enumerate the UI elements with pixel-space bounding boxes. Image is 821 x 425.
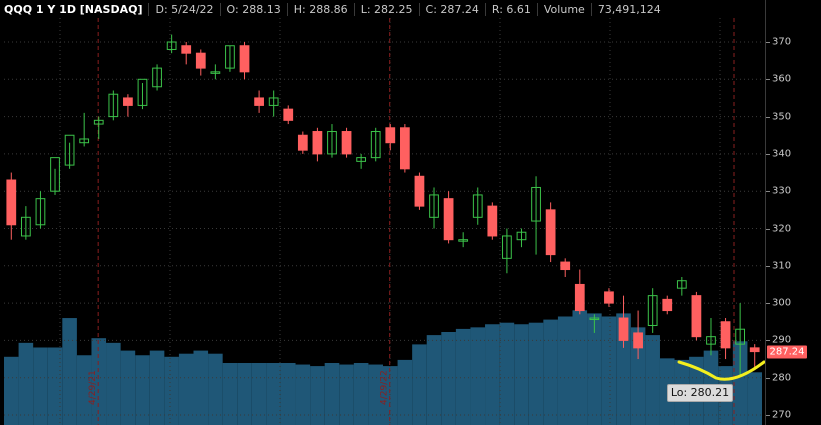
volume-bar xyxy=(251,363,267,425)
candle-body xyxy=(414,175,425,207)
candle-body xyxy=(341,131,352,155)
candle-body xyxy=(574,283,585,312)
candle-body xyxy=(633,332,643,349)
volume-bar xyxy=(62,318,77,425)
volume-bar xyxy=(557,316,573,425)
volume-bar xyxy=(106,342,121,425)
low-annotation: Lo: 280.21 xyxy=(667,384,733,402)
volume-bar xyxy=(237,363,252,425)
volume-bar xyxy=(455,328,471,425)
volume-bar xyxy=(528,322,544,425)
y-tick-label: 360 xyxy=(772,73,792,85)
price-chart[interactable]: 4/29/21 4/29/22 xyxy=(0,0,821,425)
volume-bar xyxy=(353,363,369,425)
volume-bar xyxy=(193,350,209,425)
candle-body xyxy=(195,52,206,69)
chart-header: QQQ 1 Y 1D [NASDAQ] D: 5/24/22 O: 288.13… xyxy=(0,0,667,18)
candle-body xyxy=(618,317,629,341)
close-readout: C: 287.24 xyxy=(418,2,485,16)
y-tick-label: 370 xyxy=(772,36,792,48)
y-tick xyxy=(766,303,770,305)
candle-body xyxy=(720,321,731,349)
high-readout: H: 288.86 xyxy=(286,2,354,16)
volume-bar xyxy=(645,335,660,425)
volume-bar xyxy=(572,310,588,425)
volume-bar xyxy=(543,319,558,425)
range-readout: R: 6.61 xyxy=(484,2,537,16)
volume-bar xyxy=(441,332,456,425)
y-tick xyxy=(766,377,770,379)
volume-bar xyxy=(339,364,354,425)
volume-bar xyxy=(514,324,529,425)
candle-body xyxy=(487,205,498,237)
volume-bar xyxy=(295,364,311,425)
candle-body xyxy=(545,209,556,256)
candle-body xyxy=(239,45,250,73)
volume-label: Volume xyxy=(536,2,591,16)
candle-body xyxy=(254,97,264,106)
y-tick-label: 300 xyxy=(772,297,792,309)
candle-body xyxy=(749,347,760,353)
y-tick xyxy=(766,265,770,267)
y-tick xyxy=(766,42,770,43)
y-tick-label: 280 xyxy=(772,372,792,384)
y-tick xyxy=(766,340,770,342)
volume-bar xyxy=(324,363,340,425)
volume-bar xyxy=(149,350,165,425)
volume-bar xyxy=(470,327,486,425)
volume-bar xyxy=(499,322,515,425)
candle-body xyxy=(181,45,192,54)
volume-bar xyxy=(222,363,238,425)
event-marker-label: 4/29/22 xyxy=(380,370,390,405)
candle-body xyxy=(604,291,614,304)
volume-bar xyxy=(208,353,223,425)
y-tick xyxy=(766,153,770,155)
volume-bar xyxy=(266,363,281,425)
y-tick-label: 340 xyxy=(772,148,792,160)
low-readout: L: 282.25 xyxy=(353,2,419,16)
candle-body xyxy=(443,198,454,241)
y-tick-label: 310 xyxy=(772,260,792,272)
open-readout: O: 288.13 xyxy=(219,2,287,16)
volume-bar xyxy=(310,366,325,425)
y-tick xyxy=(766,228,770,230)
volume-bar xyxy=(33,347,48,425)
y-tick xyxy=(766,191,770,193)
volume-bar xyxy=(426,335,442,425)
candle-body xyxy=(385,127,396,144)
candle-body xyxy=(312,131,323,155)
last-price-tag: 287.24 xyxy=(767,345,807,359)
volume-bar xyxy=(747,372,762,425)
y-tick-label: 330 xyxy=(772,185,792,197)
volume-bar xyxy=(412,344,427,425)
symbol-label[interactable]: QQQ 1 Y 1D [NASDAQ] xyxy=(0,3,148,16)
volume-readout: 73,491,124 xyxy=(590,2,667,16)
event-marker-label: 4/29/21 xyxy=(88,370,98,405)
y-tick-label: 320 xyxy=(772,223,792,234)
candle-body xyxy=(6,179,17,226)
volume-bar xyxy=(280,363,296,425)
price-axis[interactable]: 270 280 290 300 310 320 330 340 350 360 370 xyxy=(765,0,821,425)
volume-bar xyxy=(178,353,194,425)
y-tick-label: 350 xyxy=(772,111,792,123)
volume-bar xyxy=(18,342,34,425)
candle-body xyxy=(691,295,702,338)
date-readout: D: 5/24/22 xyxy=(148,2,219,16)
y-tick xyxy=(766,415,770,416)
volume-bar xyxy=(135,355,150,425)
y-tick xyxy=(766,79,770,81)
y-tick xyxy=(766,116,770,118)
candle-body xyxy=(662,298,673,312)
volume-bar xyxy=(601,316,617,425)
y-tick-label: 270 xyxy=(772,409,792,421)
candle-body xyxy=(123,97,133,106)
candle-body xyxy=(283,108,294,121)
volume-bar xyxy=(485,324,500,425)
candle-body xyxy=(297,134,308,151)
candle-body xyxy=(399,127,410,170)
volume-bar xyxy=(120,350,136,425)
candle-body xyxy=(560,261,571,271)
